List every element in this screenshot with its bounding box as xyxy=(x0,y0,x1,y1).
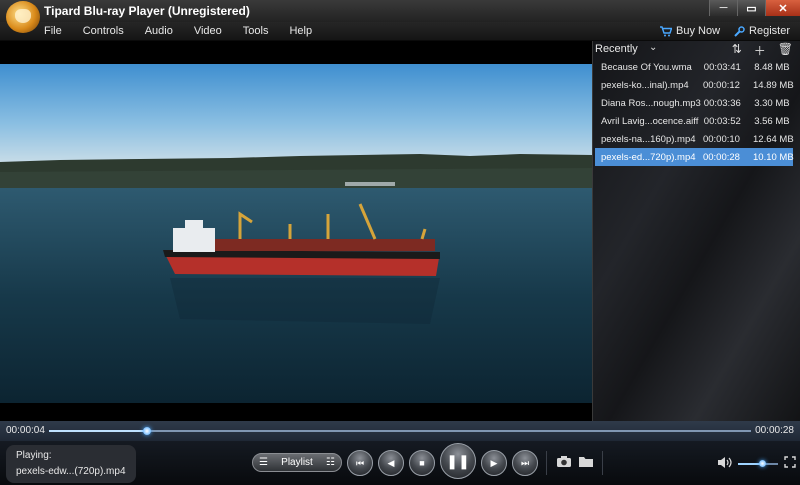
menu-controls[interactable]: Controls xyxy=(83,22,124,40)
sort-icon[interactable]: ⇅ xyxy=(732,42,742,59)
title-bar: Tipard Blu-ray Player (Unregistered) ─ ▭… xyxy=(0,0,800,33)
menu-video[interactable]: Video xyxy=(194,22,222,40)
menu-bar: File Controls Audio Video Tools Help Buy… xyxy=(0,22,800,41)
playlist-header: Recently ⌄ ⇅ ＋ 🗑 xyxy=(593,41,800,59)
playlist-button-label: Playlist xyxy=(281,457,313,468)
app-logo-icon xyxy=(6,1,40,33)
item-duration: 00:03:36 xyxy=(703,97,741,109)
fullscreen-icon[interactable] xyxy=(784,456,796,468)
menu-file[interactable]: File xyxy=(44,22,62,40)
register-label: Register xyxy=(749,25,790,37)
item-size: 3.56 MB xyxy=(754,115,790,127)
playlist-item[interactable]: pexels-ko...inal).mp4 00:00:12 14.89 MB xyxy=(595,76,794,94)
wrench-icon xyxy=(734,25,745,37)
app-title: Tipard Blu-ray Player (Unregistered) xyxy=(44,4,250,18)
item-name: Diana Ros...nough.mp3 xyxy=(601,97,701,109)
playlist-panel: Recently ⌄ ⇅ ＋ 🗑 Because Of You.wma 00:0… xyxy=(592,41,800,421)
current-time: 00:00:04 xyxy=(6,425,45,436)
video-area[interactable] xyxy=(0,41,592,421)
seek-handle[interactable] xyxy=(143,427,152,435)
item-size: 12.64 MB xyxy=(753,133,794,145)
item-name: pexels-ed...720p).mp4 xyxy=(601,151,696,163)
sort-dropdown[interactable]: Recently xyxy=(595,43,638,55)
item-name: pexels-na...160p).mp4 xyxy=(601,133,696,145)
separator xyxy=(602,451,603,475)
menu-tools[interactable]: Tools xyxy=(243,22,269,40)
control-bar: Playing: pexels-edw...(720p).mp4 ☰ Playl… xyxy=(0,441,800,485)
prev-chapter-icon: ⏮ xyxy=(355,457,365,468)
rewind-icon: ◀ xyxy=(387,457,395,468)
minimize-button[interactable]: ─ xyxy=(709,0,737,16)
separator xyxy=(546,451,547,475)
item-duration: 00:03:41 xyxy=(703,61,741,73)
playlist-item[interactable]: Because Of You.wma 00:03:41 8.48 MB xyxy=(595,58,793,76)
stop-button[interactable]: ■ xyxy=(409,450,435,476)
playing-label: Playing: xyxy=(16,450,52,461)
playlist-item[interactable]: Diana Ros...nough.mp3 00:03:36 3.30 MB xyxy=(595,94,793,112)
register-button[interactable]: Register xyxy=(734,25,790,37)
item-size: 10.10 MB xyxy=(753,151,794,163)
item-name: Because Of You.wma xyxy=(601,61,692,73)
item-name: pexels-ko...inal).mp4 xyxy=(601,79,689,91)
item-size: 3.30 MB xyxy=(754,97,790,109)
prev-chapter-button[interactable]: ⏮ xyxy=(347,450,373,476)
playlist-item[interactable]: Avril Lavig...ocence.aiff 00:03:52 3.56 … xyxy=(595,112,793,130)
item-size: 8.48 MB xyxy=(754,61,790,73)
item-duration: 00:00:10 xyxy=(702,133,740,145)
snapshot-icon[interactable] xyxy=(556,455,572,468)
fast-forward-icon: ▶ xyxy=(490,457,498,468)
next-chapter-icon: ⏭ xyxy=(520,457,530,468)
buy-now-label: Buy Now xyxy=(676,25,721,37)
fast-forward-button[interactable]: ▶ xyxy=(481,450,507,476)
volume-slider[interactable] xyxy=(738,460,778,467)
buy-now-button[interactable]: Buy Now xyxy=(660,25,720,37)
total-time: 00:00:28 xyxy=(755,425,794,436)
maximize-button[interactable]: ▭ xyxy=(737,0,765,16)
trash-icon[interactable]: 🗑 xyxy=(778,42,793,59)
seek-fill xyxy=(49,430,148,432)
menu-audio[interactable]: Audio xyxy=(145,22,173,40)
chevron-down-icon[interactable]: ⌄ xyxy=(649,42,657,53)
playing-file: pexels-edw...(720p).mp4 xyxy=(16,466,126,477)
item-duration: 00:00:12 xyxy=(702,79,740,91)
add-icon[interactable]: ＋ xyxy=(754,42,766,59)
rewind-button[interactable]: ◀ xyxy=(378,450,404,476)
progress-row: 00:00:04 00:00:28 xyxy=(0,421,800,441)
playlist-mode-icon: ☷ xyxy=(326,457,335,468)
item-duration: 00:00:28 xyxy=(702,151,740,163)
playlist-list-icon: ☰ xyxy=(259,457,268,468)
seek-bar[interactable] xyxy=(49,427,751,435)
item-name: Avril Lavig...ocence.aiff xyxy=(601,115,699,127)
window-controls: ─ ▭ ✕ xyxy=(709,0,800,16)
video-frame xyxy=(0,64,592,403)
playlist-item[interactable]: pexels-na...160p).mp4 00:00:10 12.64 MB xyxy=(595,130,794,148)
stop-icon: ■ xyxy=(419,458,425,468)
item-size: 14.89 MB xyxy=(753,79,794,91)
volume-handle[interactable] xyxy=(759,460,766,467)
close-button[interactable]: ✕ xyxy=(765,0,800,16)
volume-icon[interactable] xyxy=(717,456,732,469)
folder-icon[interactable] xyxy=(578,455,594,468)
cart-icon xyxy=(660,25,672,36)
pause-icon: ❚❚ xyxy=(446,452,470,469)
playlist-item-active[interactable]: pexels-ed...720p).mp4 00:00:28 10.10 MB xyxy=(595,148,794,166)
item-duration: 00:03:52 xyxy=(703,115,741,127)
pause-button[interactable]: ❚❚ xyxy=(440,443,476,479)
next-chapter-button[interactable]: ⏭ xyxy=(512,450,538,476)
playlist-list: Because Of You.wma 00:03:41 8.48 MB pexe… xyxy=(595,58,794,166)
playlist-button[interactable]: ☰ Playlist ☷ xyxy=(252,453,342,472)
now-playing-box: Playing: pexels-edw...(720p).mp4 xyxy=(6,445,136,483)
menu-help[interactable]: Help xyxy=(289,22,312,40)
